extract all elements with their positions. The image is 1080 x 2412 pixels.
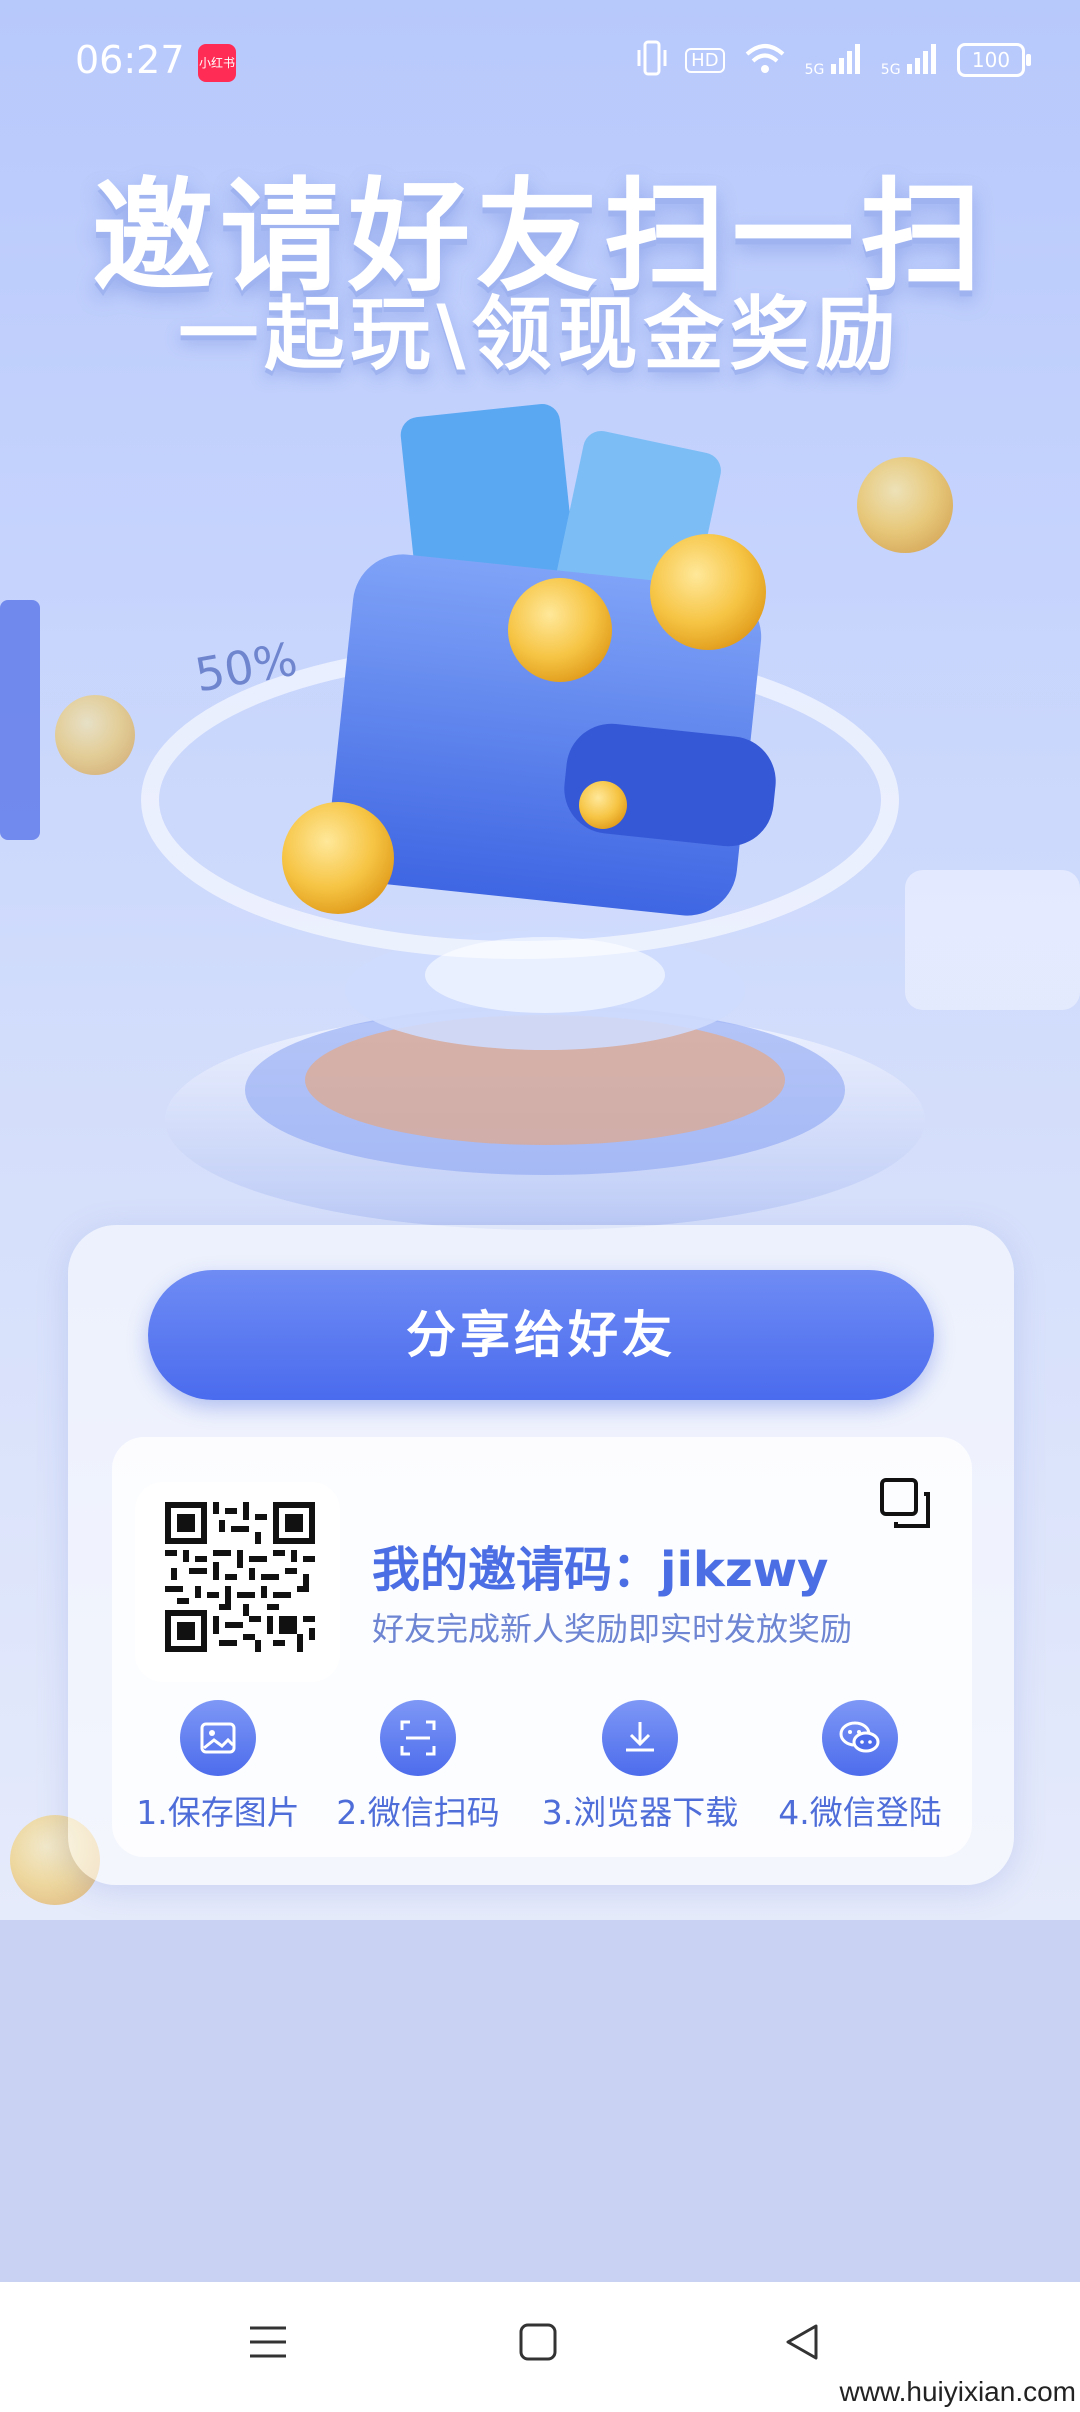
back-icon[interactable]	[782, 2322, 822, 2362]
download-icon	[602, 1700, 678, 1776]
image-icon	[180, 1700, 256, 1776]
step-browser-download[interactable]: 3.浏览器下载	[520, 1700, 760, 1834]
page-bottom-area	[0, 1920, 1080, 2282]
step-wechat-scan[interactable]: 2.微信扫码	[318, 1700, 518, 1834]
invite-code-label: 我的邀请码：jikzwy	[372, 1542, 829, 1598]
share-to-friends-button[interactable]: 分享给好友	[148, 1270, 934, 1400]
qr-code[interactable]	[165, 1502, 315, 1652]
step-label: 4.微信登陆	[778, 1793, 942, 1832]
menu-icon[interactable]	[248, 2322, 288, 2362]
signal-icon-2: 5G	[881, 42, 939, 78]
status-time: 06:27	[75, 38, 185, 82]
network-label-1: 5G	[804, 62, 825, 78]
step-wechat-login[interactable]: 4.微信登陆	[760, 1700, 960, 1834]
hero-subtitle: 一起玩\领现金奖励	[178, 288, 902, 381]
hd-icon: HD	[685, 47, 725, 73]
vibrate-icon	[637, 38, 667, 82]
wifi-icon	[743, 40, 787, 80]
battery-icon: 100	[957, 43, 1031, 77]
step-label: 1.保存图片	[136, 1793, 300, 1832]
step-label: 2.微信扫码	[336, 1793, 500, 1832]
status-bar: 06:27 小红书 HD 5G 5G 100	[0, 0, 1080, 120]
scan-icon	[380, 1700, 456, 1776]
step-label: 3.浏览器下载	[541, 1793, 739, 1832]
status-icons: HD 5G 5G 100	[637, 36, 1031, 84]
network-label-2: 5G	[880, 62, 901, 78]
watermark: www.huiyixian.com	[839, 2376, 1076, 2407]
signal-icon-1: 5G	[805, 42, 863, 78]
system-navigation-bar: www.huiyixian.com	[0, 2282, 1080, 2412]
wechat-icon	[822, 1700, 898, 1776]
invite-description: 好友完成新人奖励即实时发放奖励	[372, 1610, 853, 1648]
home-icon[interactable]	[518, 2322, 558, 2362]
copy-icon[interactable]	[878, 1476, 934, 1532]
step-save-image[interactable]: 1.保存图片	[118, 1700, 318, 1834]
xiaohongshu-app-icon: 小红书	[198, 44, 236, 82]
